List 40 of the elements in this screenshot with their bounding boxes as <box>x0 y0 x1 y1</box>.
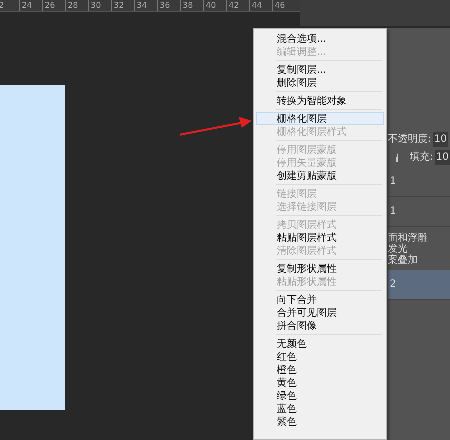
ruler-label: 42 <box>226 0 240 11</box>
layer-row[interactable]: 2 <box>388 270 450 300</box>
ruler-label: 36 <box>157 0 170 11</box>
opacity-label: 不透明度: <box>388 132 432 147</box>
ruler-label: 40 <box>203 0 216 11</box>
fill-field[interactable]: 10 <box>435 150 450 164</box>
ruler-label: 30 <box>88 0 102 11</box>
menu-item[interactable]: 黄色 <box>256 376 384 389</box>
menu-item[interactable]: 复制图层... <box>256 63 384 76</box>
layer-effect[interactable]: 发光 <box>388 244 450 255</box>
ruler-label: 38 <box>180 0 194 11</box>
menu-item[interactable]: 绿色 <box>256 389 384 402</box>
fill-label: 填充: <box>410 150 434 164</box>
layer-effect[interactable]: 面和浮雕 <box>388 233 450 244</box>
opacity-field[interactable]: 10 <box>433 132 448 147</box>
menu-item[interactable]: 转换为智能对象 <box>256 94 384 107</box>
menu-item[interactable]: 栅格化图层 <box>256 112 384 125</box>
menu-item[interactable]: 删除图层 <box>256 76 384 89</box>
menu-item[interactable]: 复制形状属性 <box>256 262 384 275</box>
menu-item[interactable]: 粘贴图层样式 <box>256 231 384 244</box>
menu-item[interactable]: 橙色 <box>256 363 384 376</box>
ruler-label: 44 <box>249 0 262 11</box>
ruler-label: 26 <box>42 0 56 11</box>
layer-row[interactable]: 1 <box>388 197 450 227</box>
menu-item[interactable]: 无颜色 <box>256 337 384 350</box>
menu-item[interactable]: 混合选项... <box>256 32 384 45</box>
ruler-label: 28 <box>65 0 78 11</box>
menu-item[interactable]: 创建剪贴蒙版 <box>256 169 384 182</box>
menu-item[interactable]: 向下合并 <box>256 293 384 306</box>
layer-row[interactable]: 1 <box>388 167 450 197</box>
ruler-label: 34 <box>134 0 148 11</box>
menu-item[interactable]: 蓝色 <box>256 402 384 415</box>
menu-item[interactable]: 红色 <box>256 350 384 363</box>
menu-item[interactable]: 拼合图像 <box>256 319 384 332</box>
ruler-label: 46 <box>272 0 286 11</box>
menu-item[interactable]: 紫色 <box>256 415 384 428</box>
layer-effect[interactable]: 案叠加 <box>388 255 450 266</box>
ruler-label: 32 <box>111 0 124 11</box>
menu-item[interactable]: 合并可见图层 <box>256 306 384 319</box>
ruler-label: 24 <box>19 0 32 11</box>
